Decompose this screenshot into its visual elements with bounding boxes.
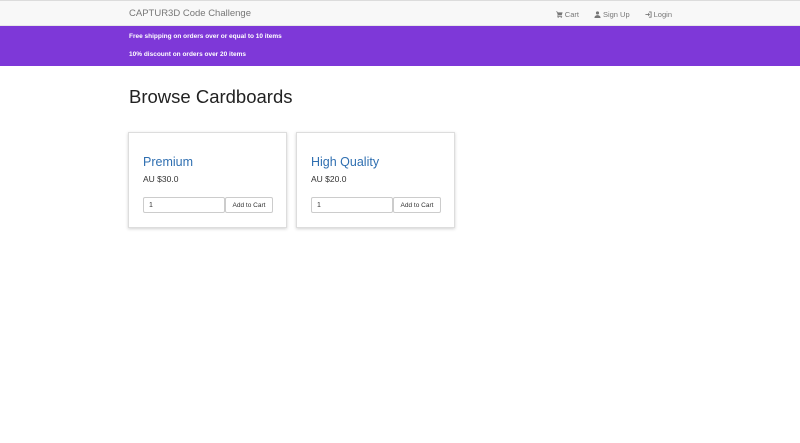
promo-banner: Free shipping on orders over or equal to… (0, 26, 800, 66)
nav-signup-link[interactable]: Sign Up (594, 10, 630, 19)
product-title: Premium (143, 155, 194, 169)
product-price: AU $20.0 (311, 174, 347, 184)
nav-cart-label: Cart (564, 9, 579, 19)
login-icon (645, 10, 652, 18)
promo-discount: 10% discount on orders over 20 items (129, 51, 247, 58)
nav-cart-link[interactable]: Cart (555, 9, 579, 19)
quantity-input[interactable] (311, 197, 393, 213)
add-to-cart-button[interactable]: Add to Cart (225, 197, 273, 213)
promo-free-shipping: Free shipping on orders over or equal to… (129, 33, 282, 40)
nav-signup-label: Sign Up (602, 9, 630, 19)
nav-links: Cart Sign Up Login (541, 1, 672, 27)
product-title: High Quality (311, 155, 380, 169)
product-card-high-quality: High Quality AU $20.0 Add to Cart (296, 132, 455, 228)
product-card-premium: Premium AU $30.0 Add to Cart (128, 132, 287, 228)
product-price: AU $30.0 (143, 174, 179, 184)
brand-link[interactable]: CAPTUR3D Code Challenge (129, 1, 251, 27)
add-to-cart-button[interactable]: Add to Cart (393, 197, 441, 213)
top-navbar: CAPTUR3D Code Challenge Cart Sign Up Log… (0, 0, 800, 26)
user-icon (594, 10, 601, 18)
nav-login-link[interactable]: Login (645, 10, 672, 19)
quantity-input[interactable] (143, 197, 225, 213)
page-title: Browse Cardboards (129, 86, 293, 107)
nav-login-label: Login (653, 9, 672, 19)
cart-icon (555, 10, 563, 18)
